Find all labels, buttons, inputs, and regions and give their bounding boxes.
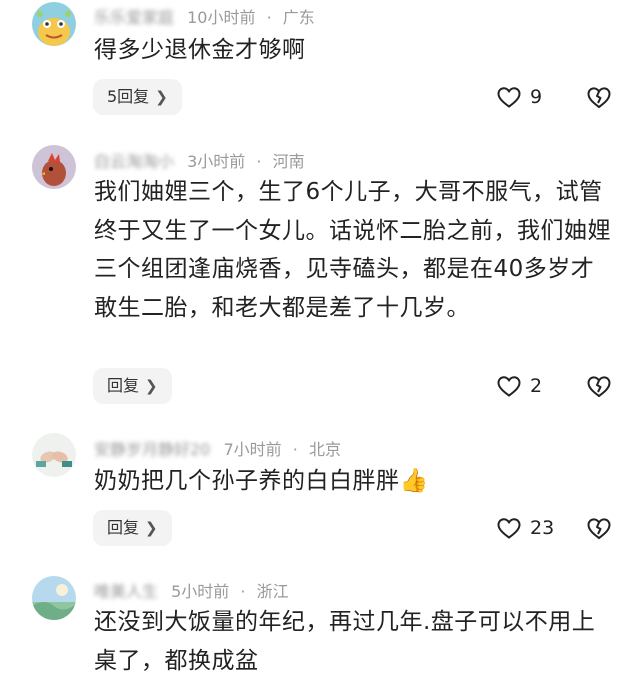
heart-outline-icon xyxy=(497,376,521,397)
heart-outline-icon xyxy=(497,518,521,539)
reply-button[interactable]: 5回复 ❯ xyxy=(93,79,182,115)
comment-meta: 乐乐爱家庭 10小时前 · 广东 xyxy=(94,4,315,30)
dislike-button[interactable] xyxy=(586,84,612,110)
comment-text: 我们妯娌三个，生了6个儿子，大哥不服气，试管终于又生了一个女儿。话说怀二胎之前，… xyxy=(94,179,611,321)
reply-button[interactable]: 回复 ❯ xyxy=(93,510,172,546)
reply-label: 回复 xyxy=(107,518,140,537)
separator: · xyxy=(256,152,262,171)
comment-location: 河南 xyxy=(272,152,305,171)
comment-time: 7小时前 xyxy=(223,440,282,459)
reply-label: 回复 xyxy=(107,376,140,395)
heart-outline-icon xyxy=(497,87,521,108)
comment-meta: 唯美人生 5小时前 · 浙江 xyxy=(94,578,289,604)
comment-text: 得多少退休金才够啊 xyxy=(94,37,306,63)
chevron-right-icon: ❯ xyxy=(145,377,158,395)
like-count: 9 xyxy=(530,86,543,108)
avatar[interactable] xyxy=(32,145,76,189)
comment-location: 浙江 xyxy=(256,582,289,601)
dislike-button[interactable] xyxy=(586,515,612,541)
separator: · xyxy=(240,582,246,601)
avatar[interactable] xyxy=(32,576,76,620)
like-button[interactable]: 23 xyxy=(496,513,554,543)
user-name[interactable]: 唯美人生 xyxy=(94,578,158,602)
chevron-right-icon: ❯ xyxy=(155,88,168,106)
separator: · xyxy=(292,440,298,459)
user-name[interactable]: 乐乐爱家庭 xyxy=(94,4,174,28)
like-count: 23 xyxy=(530,517,555,539)
comment-text: 奶奶把几个孙子养的白白胖胖👍 xyxy=(94,468,429,494)
avatar[interactable] xyxy=(32,2,76,46)
comment-location: 北京 xyxy=(308,440,341,459)
comment-meta: 安静岁月静好20 7小时前 · 北京 xyxy=(94,436,341,462)
comment-text: 还没到大饭量的年纪，再过几年.盘子可以不用上桌了，都换成盆 xyxy=(94,609,596,674)
reply-label: 5回复 xyxy=(107,87,150,106)
like-count: 2 xyxy=(530,375,543,397)
user-name[interactable]: 安静岁月静好20 xyxy=(94,436,210,460)
broken-heart-icon xyxy=(587,518,611,540)
comment-time: 5小时前 xyxy=(171,582,230,601)
avatar[interactable] xyxy=(32,433,76,477)
separator: · xyxy=(266,8,272,27)
comment-location: 广东 xyxy=(282,8,315,27)
like-button[interactable]: 2 xyxy=(496,371,542,401)
like-button[interactable]: 9 xyxy=(496,82,542,112)
broken-heart-icon xyxy=(587,376,611,398)
comment-meta: 白云淘淘小 3小时前 · 河南 xyxy=(94,148,305,174)
chevron-right-icon: ❯ xyxy=(145,519,158,537)
comment-time: 3小时前 xyxy=(187,152,246,171)
reply-button[interactable]: 回复 ❯ xyxy=(93,368,172,404)
comment-time: 10小时前 xyxy=(187,8,256,27)
dislike-button[interactable] xyxy=(586,373,612,399)
broken-heart-icon xyxy=(587,87,611,109)
user-name[interactable]: 白云淘淘小 xyxy=(94,148,174,172)
